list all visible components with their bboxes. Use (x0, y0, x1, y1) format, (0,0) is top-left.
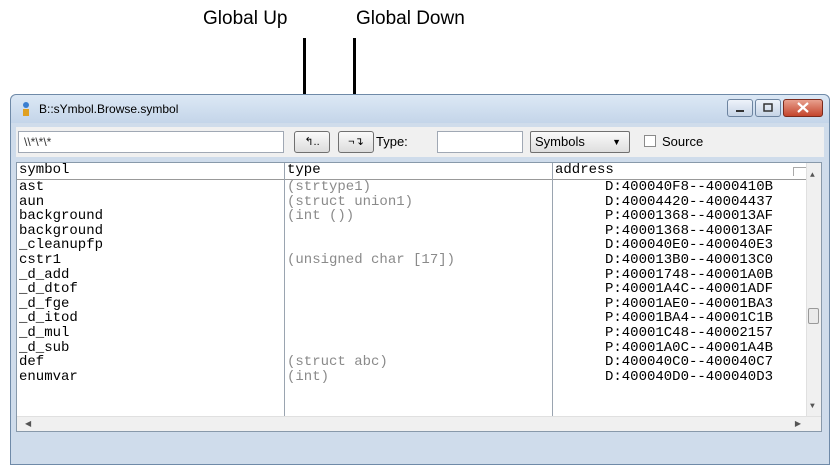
symbol-table: symbol type address ast (strtype1) D:40004… (16, 162, 822, 432)
type-cell: (int) (287, 368, 330, 385)
address-cell: D:400040F8--4000410B (604, 179, 773, 195)
type-cell: (unsigned char [17]) (287, 252, 456, 268)
vertical-scrollbar[interactable]: ▲ ▼ (806, 163, 821, 417)
horizontal-scrollbar[interactable]: ◀ ▶ (17, 416, 821, 431)
table-header: symbol type address (17, 163, 811, 180)
symbol-cell: cstr1 (19, 252, 62, 268)
symbol-cell: aun (19, 193, 45, 210)
address-cell: P:40001A4C--40001ADF (604, 281, 773, 298)
table-row[interactable]: aun (struct union1) D:40004420--40004437 (17, 193, 807, 210)
symbol-cell: _d_dtof (19, 281, 78, 298)
symbol-cell: _d_itod (19, 310, 78, 327)
close-button[interactable] (783, 99, 823, 117)
symbol-filter-input[interactable] (18, 131, 284, 153)
scroll-up-icon[interactable]: ▲ (810, 171, 815, 180)
global-down-icon: ¬↴ (348, 136, 364, 148)
table-row[interactable]: enumvar (int) D:400040D0--400040D3 (17, 370, 807, 385)
address-cell: D:400040C0--400040C7 (604, 354, 773, 371)
table-row[interactable]: _cleanupfp D:400040E0--400040E3 (17, 238, 807, 253)
toolbar: ↰.. ¬↴ Type: Symbols ▼ Source (16, 127, 824, 157)
address-cell: P:40001AE0--40001BA3 (604, 295, 773, 312)
symbol-cell: background (19, 208, 104, 225)
window-title: B::sYmbol.Browse.symbol (39, 102, 179, 116)
global-up-callout: Global Up (203, 8, 288, 29)
symbol-cell: enumvar (19, 368, 78, 385)
table-row[interactable]: _d_mul P:40001C48--40002157 (17, 326, 807, 341)
global-down-button[interactable]: ¬↴ (338, 131, 374, 153)
address-cell: P:40001368--400013AF (604, 222, 773, 239)
type-cell: (strtype1) (287, 179, 372, 195)
type-label: Type: (376, 134, 408, 149)
minimize-icon (736, 110, 744, 112)
table-row[interactable]: _d_sub P:40001A0C--40001A4B (17, 339, 807, 356)
column-header-type[interactable]: type (287, 163, 321, 178)
table-row[interactable]: background P:40001368--400013AF (17, 224, 807, 239)
table-row[interactable]: _d_dtof P:40001A4C--40001ADF (17, 282, 807, 297)
scrollbar-thumb[interactable] (808, 308, 819, 324)
address-cell: D:40004420--40004437 (604, 193, 773, 210)
table-row[interactable]: _d_add P:40001748--40001A0B (17, 266, 807, 283)
address-cell: D:400040D0--400040D3 (604, 368, 773, 385)
table-row[interactable]: background (int ()) P:40001368--400013AF (17, 209, 807, 224)
symbol-cell: _cleanupfp (19, 237, 104, 254)
maximize-button[interactable] (755, 99, 781, 117)
symbol-browser-window: B::sYmbol.Browse.symbol ↰.. ¬↴ Type: Sym… (10, 94, 830, 465)
address-cell: P:40001368--400013AF (604, 208, 773, 225)
symbol-cell: def (19, 354, 45, 371)
global-up-button[interactable]: ↰.. (294, 131, 330, 153)
address-cell: P:40001748--40001A0B (604, 266, 773, 283)
symbol-cell: _d_fge (19, 295, 70, 312)
source-checkbox[interactable] (644, 135, 656, 147)
source-label: Source (662, 134, 704, 149)
column-header-symbol[interactable]: symbol (19, 163, 69, 178)
symbol-cell: _d_mul (19, 325, 70, 341)
app-icon (23, 102, 29, 116)
symbol-cell: _d_add (19, 266, 70, 283)
table-row[interactable]: def (struct abc) D:400040C0--400040C7 (17, 355, 807, 370)
global-down-callout: Global Down (356, 8, 465, 29)
title-bar[interactable]: B::sYmbol.Browse.symbol (11, 95, 829, 123)
scroll-left-icon[interactable]: ◀ (25, 419, 31, 429)
address-cell: P:40001A0C--40001A4B (604, 339, 773, 356)
mode-dropdown[interactable]: Symbols ▼ (530, 131, 630, 153)
mode-selected-value: Symbols (535, 134, 585, 149)
address-cell: D:400013B0--400013C0 (604, 252, 773, 268)
type-cell: (int ()) (287, 208, 355, 225)
address-cell: P:40001C48--40002157 (604, 325, 773, 341)
scroll-right-icon[interactable]: ▶ (795, 419, 801, 429)
table-row[interactable]: _d_fge P:40001AE0--40001BA3 (17, 297, 807, 312)
address-cell: D:400040E0--400040E3 (604, 237, 773, 254)
global-up-icon: ↰.. (304, 136, 320, 148)
scroll-down-icon[interactable]: ▼ (810, 402, 815, 411)
table-row[interactable]: ast (strtype1) D:400040F8--4000410B (17, 180, 807, 195)
type-cell: (struct union1) (287, 193, 414, 210)
symbol-cell: background (19, 222, 104, 239)
table-row[interactable]: cstr1 (unsigned char [17]) D:400013B0--400… (17, 253, 807, 268)
chevron-down-icon: ▼ (612, 137, 621, 147)
type-cell: (struct abc) (287, 354, 388, 371)
symbol-cell: ast (19, 179, 45, 195)
address-cell: P:40001BA4--40001C1B (604, 310, 773, 327)
table-row[interactable]: _d_itod P:40001BA4--40001C1B (17, 311, 807, 326)
column-header-address[interactable]: address (555, 163, 614, 178)
type-filter-input[interactable] (437, 131, 523, 153)
close-icon (797, 102, 809, 113)
symbol-cell: _d_sub (19, 339, 70, 356)
minimize-button[interactable] (727, 99, 753, 117)
maximize-icon (763, 103, 773, 112)
